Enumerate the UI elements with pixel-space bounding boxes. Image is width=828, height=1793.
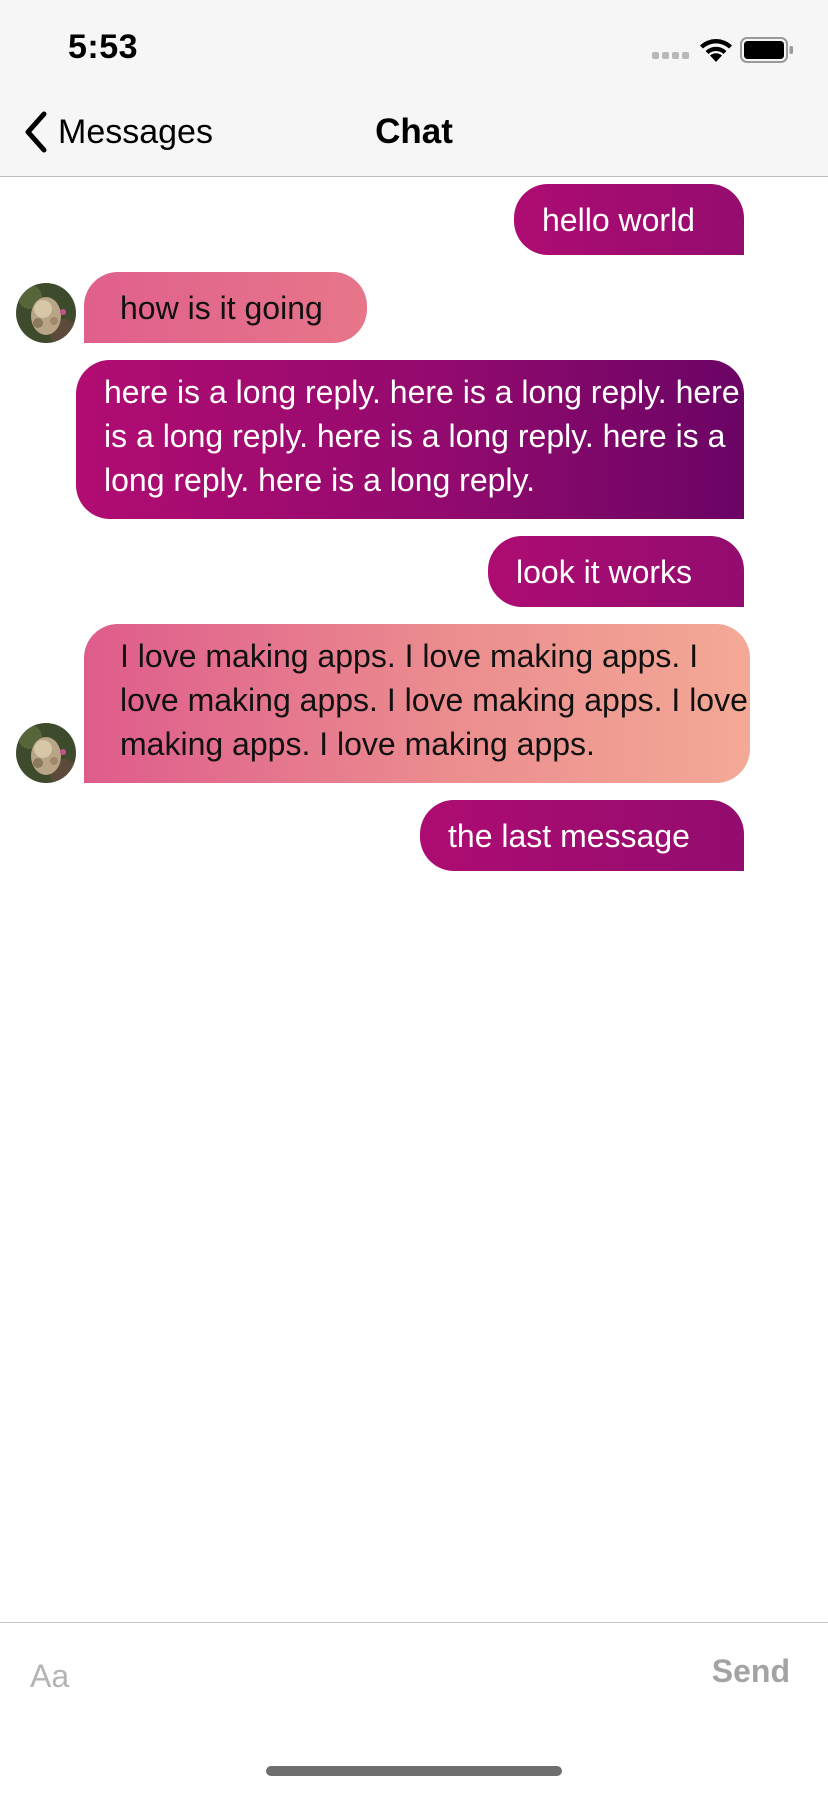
home-indicator[interactable] [266,1766,562,1776]
signal-icon [652,52,689,59]
battery-icon [740,37,793,63]
avatar[interactable] [16,283,76,343]
navigation-bar: Messages Chat [0,88,828,177]
message-bubble-received: I love making apps. I love making apps. … [84,624,750,783]
wifi-icon [700,39,732,62]
page-title: Chat [375,112,453,151]
message-list[interactable]: hello world how is it going here is a lo… [0,178,828,1622]
message-bubble-sent: look it works [488,536,744,607]
message-bubble-sent: the last message [420,800,744,871]
status-time: 5:53 [68,28,139,66]
avatar[interactable] [16,723,76,783]
message-bubble-sent: hello world [514,184,744,255]
message-bubble-received: how is it going [84,272,367,343]
status-bar: 5:53 [0,0,828,88]
send-button[interactable]: Send [712,1653,790,1690]
message-input[interactable] [30,1651,590,1701]
message-bubble-sent: here is a long reply. here is a long rep… [76,360,744,519]
